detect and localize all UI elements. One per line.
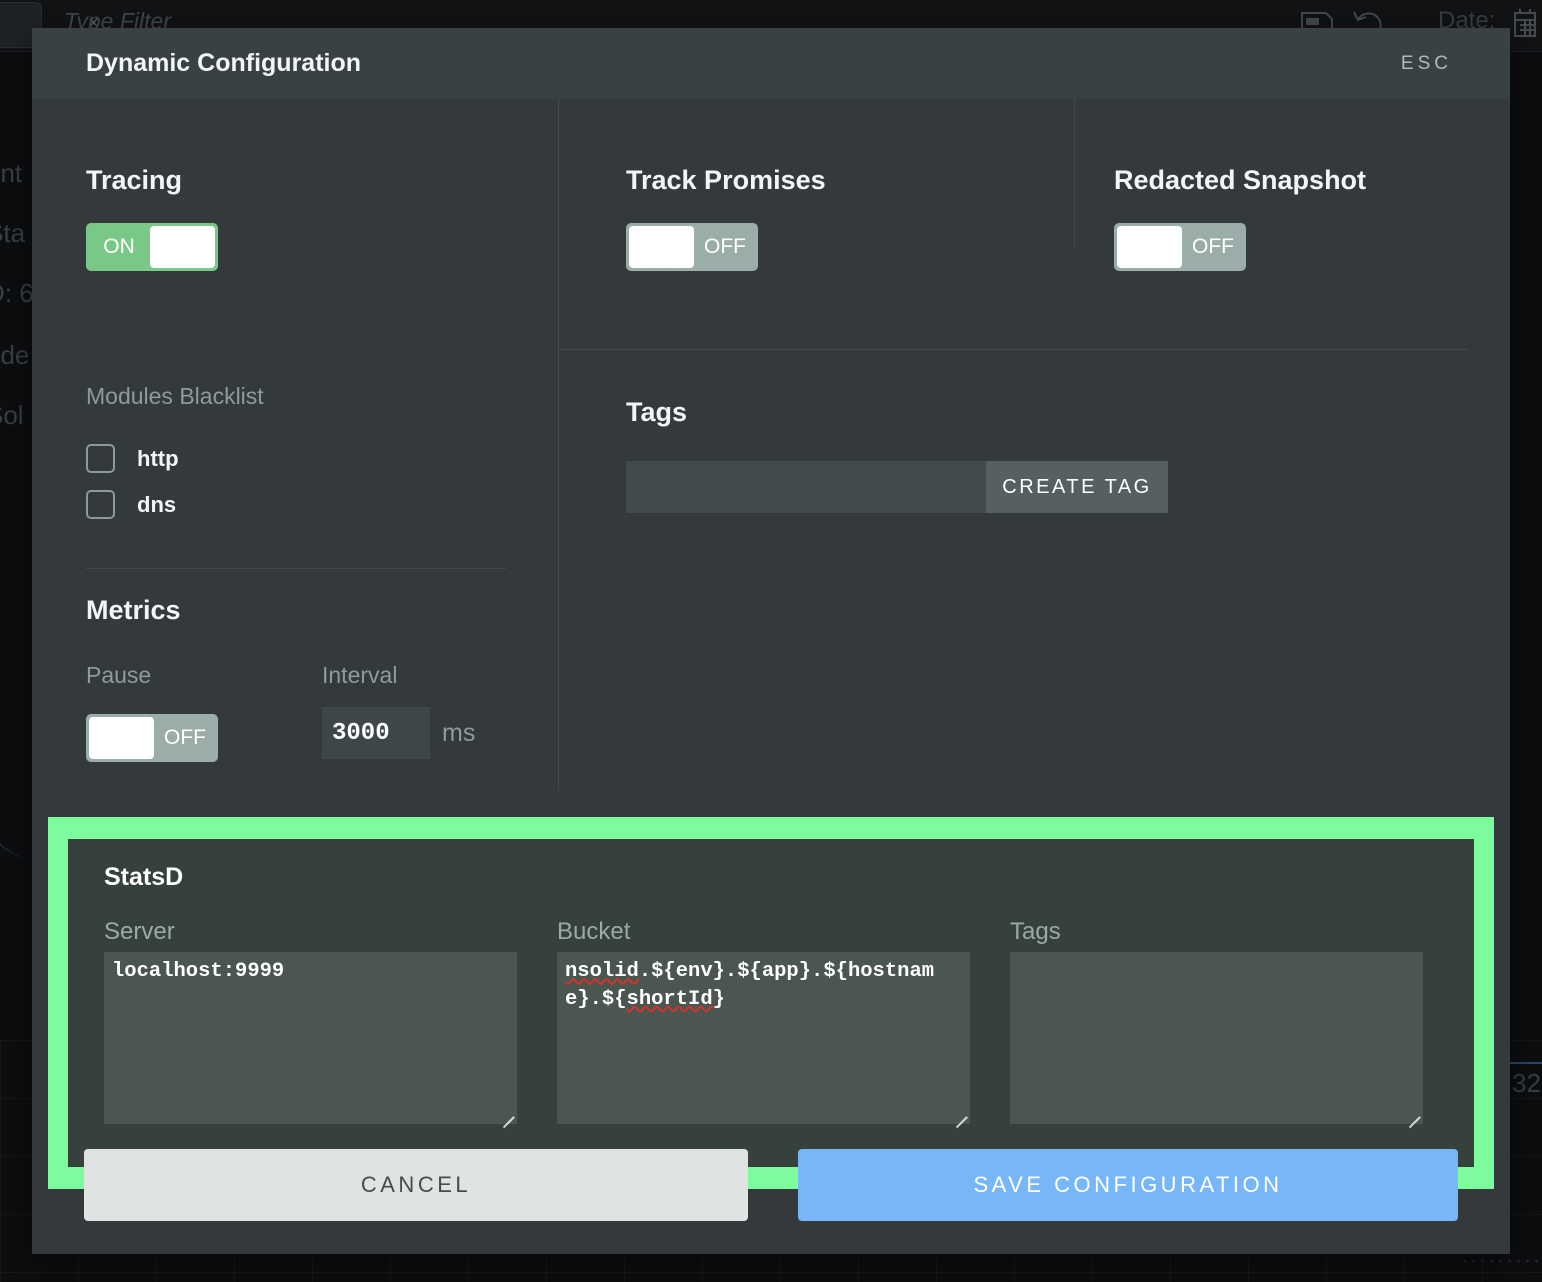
statsd-server-textarea[interactable]: localhost:9999 xyxy=(104,952,517,1124)
metrics-interval-unit: ms xyxy=(442,718,476,747)
redacted-snapshot-section-title: Redacted Snapshot xyxy=(1114,165,1367,195)
dynamic-configuration-modal: Dynamic Configuration ESC Tracing ON Mod… xyxy=(32,28,1510,1254)
esc-close-button[interactable]: ESC xyxy=(1395,52,1458,76)
section-divider xyxy=(560,349,1468,350)
modules-blacklist-label: Modules Blacklist xyxy=(86,383,264,409)
save-configuration-button[interactable]: SAVE CONFIGURATION xyxy=(798,1148,1458,1221)
redacted-snapshot-toggle-label: OFF xyxy=(1192,235,1234,258)
background-axis-tick-label: 32 xyxy=(1512,1068,1541,1098)
tags-section: Tags CREATE TAG xyxy=(560,351,1510,513)
statsd-server-field: Server localhost:9999 xyxy=(104,918,517,1129)
toggle-knob xyxy=(629,226,694,268)
background-text-fragment: ent xyxy=(0,158,23,188)
background-text-fragment: D: 6 xyxy=(0,278,34,308)
redacted-snapshot-toggle[interactable]: OFF xyxy=(1114,223,1246,271)
cancel-button[interactable]: CANCEL xyxy=(84,1148,748,1221)
statsd-bucket-field: Bucket nsolid.${env}.${app}.${hostname}.… xyxy=(557,918,970,1129)
tracing-section-title: Tracing xyxy=(86,165,183,195)
background-axis-ticks xyxy=(1460,1258,1542,1264)
statsd-fields: Server localhost:9999 Bucket nsolid.${en… xyxy=(104,918,1438,1129)
modal-body: Tracing ON Modules Blacklist http dns Me… xyxy=(32,99,1510,1189)
statsd-bucket-label: Bucket xyxy=(557,918,631,945)
background-text-fragment: Sta xyxy=(0,218,26,248)
metrics-interval-input[interactable] xyxy=(322,707,430,759)
metrics-interval-label: Interval xyxy=(322,662,398,688)
checkbox-icon[interactable] xyxy=(86,444,115,473)
modal-header: Dynamic Configuration ESC xyxy=(32,28,1510,99)
metrics-pause-label: Pause xyxy=(86,662,152,688)
tag-name-input[interactable] xyxy=(626,461,986,513)
track-promises-section-title: Track Promises xyxy=(626,165,826,195)
statsd-tags-label: Tags xyxy=(1010,918,1061,945)
misspelled-word: nsolid xyxy=(565,960,639,983)
create-tag-button[interactable]: CREATE TAG xyxy=(986,461,1168,513)
tags-section-title: Tags xyxy=(626,397,688,427)
toggle-knob xyxy=(89,717,154,759)
bucket-text-part: } xyxy=(712,987,725,1011)
toggle-knob xyxy=(1117,226,1182,268)
statsd-section-title: StatsD xyxy=(104,863,184,891)
track-promises-toggle-label: OFF xyxy=(704,235,746,258)
tracing-toggle[interactable]: ON xyxy=(86,223,218,271)
modal-footer: CANCEL SAVE CONFIGURATION xyxy=(32,1115,1510,1254)
toggle-knob xyxy=(150,226,215,268)
statsd-tags-field: Tags xyxy=(1010,918,1423,1129)
tags-input-row: CREATE TAG xyxy=(626,461,1168,513)
calendar-icon[interactable] xyxy=(1512,6,1538,45)
metrics-section-title: Metrics xyxy=(86,595,181,625)
module-checkbox-http[interactable]: http xyxy=(86,444,179,473)
track-promises-column: Track Promises OFF xyxy=(560,99,1075,271)
metrics-pause-toggle[interactable]: OFF xyxy=(86,714,218,762)
redacted-snapshot-column: Redacted Snapshot OFF xyxy=(1076,99,1510,271)
background-text-fragment: ode xyxy=(0,340,30,370)
misspelled-word: shortId xyxy=(626,987,713,1011)
track-promises-toggle[interactable]: OFF xyxy=(626,223,758,271)
module-label: http xyxy=(137,445,179,471)
left-column: Tracing ON Modules Blacklist http dns Me… xyxy=(32,99,559,791)
statsd-tags-textarea[interactable] xyxy=(1010,952,1423,1124)
background-text-fragment: Sol xyxy=(0,400,24,430)
module-label: dns xyxy=(137,491,177,517)
modal-title: Dynamic Configuration xyxy=(86,49,362,77)
statsd-bucket-textarea[interactable]: nsolid.${env}.${app}.${hostname}.${short… xyxy=(557,952,970,1124)
left-column-divider xyxy=(86,568,506,569)
metrics-pause-toggle-label: OFF xyxy=(164,726,206,749)
module-checkbox-dns[interactable]: dns xyxy=(86,490,179,519)
tracing-toggle-label: ON xyxy=(103,235,135,258)
bucket-text-part: }.${ xyxy=(577,987,627,1011)
checkbox-icon[interactable] xyxy=(86,490,115,519)
statsd-server-label: Server xyxy=(104,918,175,945)
